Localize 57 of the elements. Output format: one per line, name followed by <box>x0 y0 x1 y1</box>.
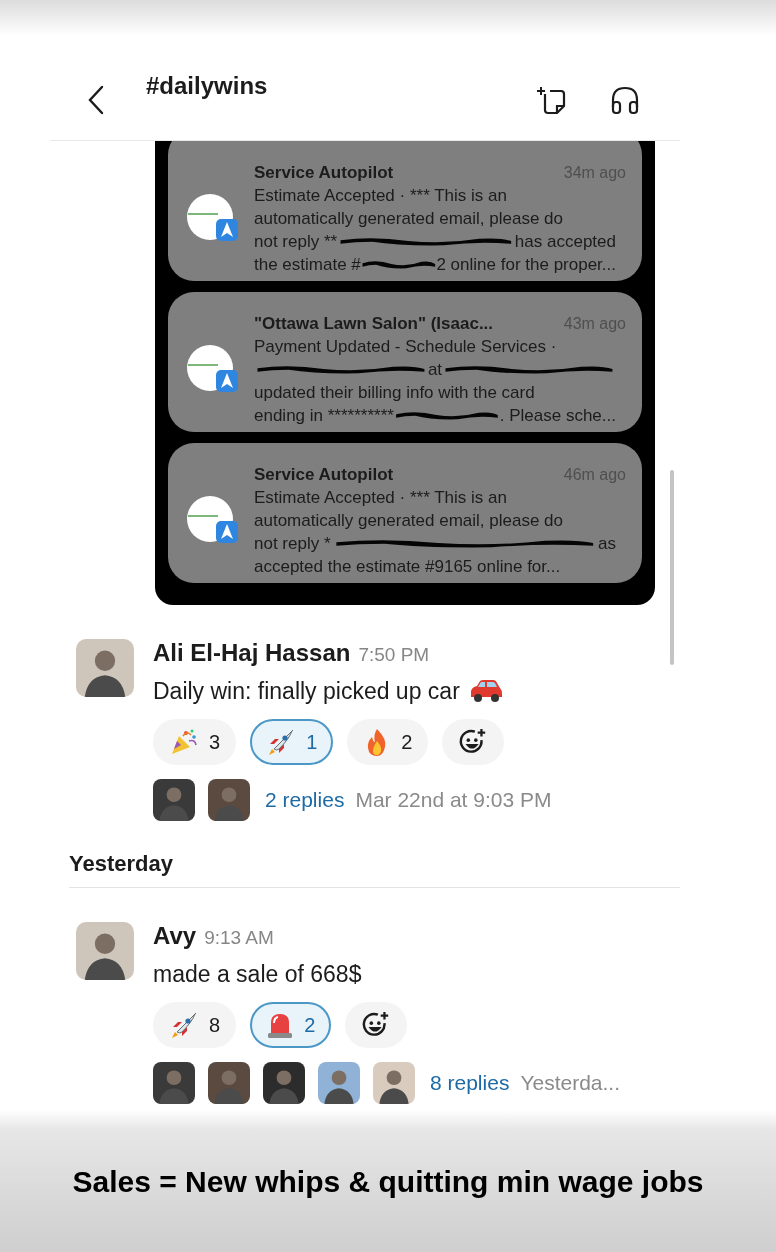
date-divider: Yesterday <box>69 851 173 876</box>
app-icon <box>186 344 240 394</box>
notification-text: Estimate Accepted · *** This is an <box>254 486 507 509</box>
avatar[interactable] <box>76 639 134 697</box>
channel-title: #dailywins <box>146 72 269 100</box>
notification-text: Payment Updated - Schedule Services · <box>254 335 557 358</box>
add-reaction-button[interactable] <box>345 1002 408 1048</box>
avatar[interactable] <box>208 1062 250 1104</box>
new-canvas-icon[interactable] <box>536 85 566 115</box>
replies-link[interactable]: 8 replies <box>430 1071 510 1095</box>
notification-text: updated their billing info with the card <box>254 381 535 404</box>
story-caption: Sales = New whips & quitting min wage jobs <box>72 1165 704 1198</box>
last-reply-time: Mar 22nd at 9:03 PM <box>355 788 552 812</box>
notification-text: automatically generated email, please do <box>254 509 564 532</box>
add-reaction-button[interactable] <box>442 719 505 765</box>
author-name[interactable]: Ali El-Haj Hassan <box>153 639 351 667</box>
message-time: 7:50 PM <box>358 644 430 666</box>
message-time: 9:13 AM <box>204 927 274 949</box>
last-reply-time: Yesterda... <box>520 1071 621 1095</box>
rocket-icon <box>169 1010 199 1040</box>
avatar[interactable] <box>263 1062 305 1104</box>
notification-text: at <box>427 358 443 381</box>
notification-title: Service Autopilot <box>254 161 394 184</box>
message-text: Daily win: finally picked up car <box>153 677 460 705</box>
reaction-button[interactable]: 3 <box>153 719 237 765</box>
headphones-icon[interactable] <box>610 85 640 115</box>
scrollbar[interactable] <box>670 470 674 665</box>
notification-text: has accepted <box>514 230 616 253</box>
notification-title: "Ottawa Lawn Salon" (Isaac... <box>254 312 494 335</box>
replies-link[interactable]: 2 replies <box>265 788 345 812</box>
reaction-button[interactable]: 8 <box>153 1002 237 1048</box>
notification-text: the estimate # <box>254 253 361 276</box>
reaction-button[interactable]: 2 <box>347 719 429 765</box>
notification-text: automatically generated email, please do <box>254 207 564 230</box>
notification-text: 2 online for the proper... <box>436 253 616 276</box>
notification-text: ending in ********** <box>254 404 394 427</box>
notification-title: Service Autopilot <box>254 463 394 486</box>
notification-text: not reply * <box>254 532 331 555</box>
avatar[interactable] <box>208 779 250 821</box>
notification-text: as <box>598 532 616 555</box>
avatar[interactable] <box>153 1062 195 1104</box>
avatar[interactable] <box>153 779 195 821</box>
notification-text: not reply ** <box>254 230 338 253</box>
reaction-button[interactable]: 1 <box>250 719 334 765</box>
avatar[interactable] <box>76 922 134 980</box>
back-icon[interactable] <box>86 85 106 115</box>
notification-text: . Please sche... <box>499 404 616 427</box>
avatar[interactable] <box>318 1062 360 1104</box>
author-name[interactable]: Avy <box>153 922 197 950</box>
notification-text: accepted the estimate #9165 online for... <box>254 555 561 578</box>
app-icon <box>186 193 240 243</box>
notification-text: Estimate Accepted · *** This is an <box>254 184 507 207</box>
reaction-button[interactable]: 2 <box>250 1002 332 1048</box>
avatar[interactable] <box>373 1062 415 1104</box>
party-popper-icon <box>169 727 199 757</box>
message-text: made a sale of 668$ <box>153 960 362 988</box>
app-icon <box>186 495 240 545</box>
